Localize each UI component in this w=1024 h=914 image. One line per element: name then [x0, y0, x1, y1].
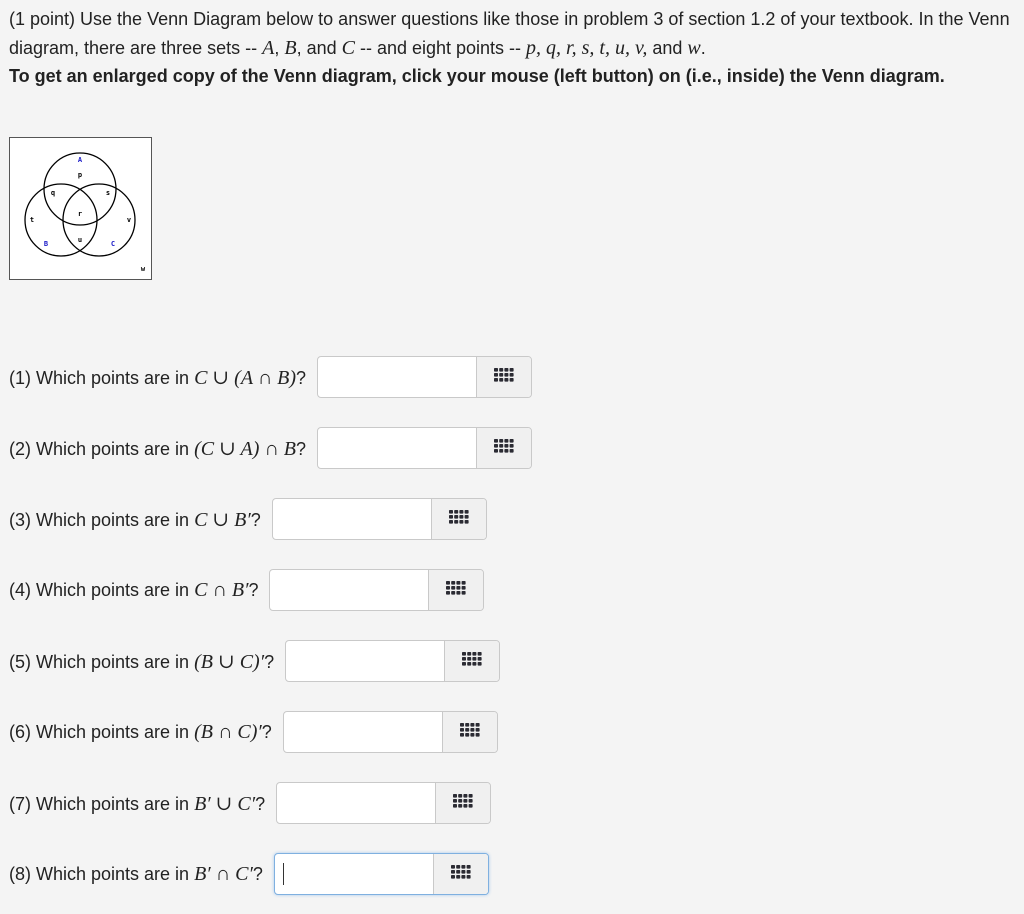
answer-entry-button[interactable]: [444, 641, 500, 681]
question-text: (4) Which points are in C ∩ B′?: [9, 579, 258, 602]
answer-input[interactable]: [277, 783, 436, 821]
answer-box: [317, 356, 533, 398]
intro-sep: ,: [274, 37, 285, 58]
question-label: (3) Which points are in: [9, 509, 195, 530]
answer-entry-button[interactable]: [476, 357, 532, 397]
question-mark: ?: [296, 367, 307, 388]
intro-text: .: [700, 37, 706, 58]
question-mark: ?: [252, 863, 263, 884]
answer-box: [317, 427, 533, 469]
answer-box: [273, 853, 489, 895]
set-b-symbol: B: [284, 36, 297, 59]
intro-text: -- and eight points --: [354, 37, 527, 58]
question-label: (2) Which points are in: [9, 438, 195, 459]
answer-box: [276, 782, 492, 824]
grid-icon: [461, 651, 483, 672]
point-label: v: [127, 216, 131, 224]
venn-diagram-thumbnail[interactable]: A B C p q s r t v u w: [9, 137, 152, 280]
answer-input[interactable]: [283, 712, 442, 750]
question-label: (1) Which points are in: [9, 367, 195, 388]
point-label: q: [51, 189, 55, 197]
question-row: (2) Which points are in (C ∪ A) ∩ B?: [9, 427, 533, 469]
question-label: (8) Which points are in: [9, 863, 195, 884]
set-expression: (B ∪ C)′: [194, 650, 265, 673]
point-label: s: [106, 189, 110, 197]
set-label-a: A: [78, 156, 83, 164]
venn-diagram: A B C p q s r t v u w: [24, 152, 146, 273]
question-label: (7) Which points are in: [9, 793, 195, 814]
set-a-symbol: A: [262, 36, 275, 59]
question-row: (3) Which points are in C ∪ B′?: [9, 498, 487, 540]
question-mark: ?: [250, 509, 261, 530]
enlarge-instruction: To get an enlarged copy of the Venn diag…: [9, 66, 945, 86]
question-label: (5) Which points are in: [9, 651, 195, 672]
answer-input[interactable]: [318, 357, 477, 395]
point-label: u: [78, 236, 82, 244]
question-label: (4) Which points are in: [9, 579, 195, 600]
question-text: (5) Which points are in (B ∪ C)′?: [9, 649, 274, 674]
answer-entry-button[interactable]: [435, 783, 491, 823]
answer-entry-button[interactable]: [428, 570, 484, 610]
answer-input[interactable]: [318, 428, 477, 466]
grid-icon: [459, 722, 481, 743]
answer-box: [282, 711, 498, 753]
answer-entry-button[interactable]: [430, 499, 486, 539]
answer-entry-button[interactable]: [432, 854, 488, 894]
intro-text: and: [647, 37, 688, 58]
set-expression: (B ∩ C)′: [194, 720, 262, 743]
question-mark: ?: [248, 579, 259, 600]
set-label-c: C: [111, 240, 115, 248]
question-mark: ?: [296, 438, 307, 459]
set-expression: B′ ∩ C′: [194, 862, 253, 885]
set-expression: C ∩ B′: [194, 578, 249, 601]
intro-sep: , and: [296, 37, 342, 58]
question-row: (7) Which points are in B′ ∪ C′?: [9, 782, 492, 824]
points-list: p, q, r, s, t, u, v,: [526, 36, 648, 59]
question-mark: ?: [261, 721, 272, 742]
question-text: (1) Which points are in C ∪ (A ∩ B)?: [9, 365, 306, 390]
answer-input[interactable]: [286, 641, 445, 679]
set-expression: C ∪ B′: [194, 508, 251, 531]
question-text: (3) Which points are in C ∪ B′?: [9, 507, 261, 532]
question-text: (6) Which points are in (B ∩ C)′?: [9, 721, 272, 744]
point-label: r: [78, 210, 82, 218]
answer-box: [285, 640, 501, 682]
grid-icon: [445, 580, 467, 601]
question-row: (4) Which points are in C ∩ B′?: [9, 569, 485, 611]
set-label-b: B: [44, 240, 48, 248]
text-cursor: [282, 863, 284, 885]
question-text: (2) Which points are in (C ∪ A) ∩ B?: [9, 436, 306, 461]
grid-icon: [493, 438, 515, 459]
question-text: (8) Which points are in B′ ∩ C′?: [9, 863, 263, 886]
grid-icon: [448, 509, 470, 530]
question-label: (6) Which points are in: [9, 721, 195, 742]
grid-icon: [450, 864, 472, 885]
point-label: p: [78, 171, 82, 179]
question-row: (8) Which points are in B′ ∩ C′?: [9, 853, 489, 895]
question-mark: ?: [255, 793, 266, 814]
set-expression: B′ ∪ C′: [194, 792, 256, 815]
question-row: (1) Which points are in C ∪ (A ∩ B)?: [9, 356, 533, 398]
grid-icon: [493, 367, 515, 388]
point-w-symbol: w: [687, 36, 701, 59]
question-mark: ?: [264, 651, 275, 672]
question-text: (7) Which points are in B′ ∪ C′?: [9, 791, 265, 816]
set-expression: C ∪ (A ∩ B): [194, 366, 297, 389]
point-label: w: [141, 265, 146, 273]
answer-entry-button[interactable]: [441, 712, 497, 752]
answer-box: [269, 569, 485, 611]
answer-input[interactable]: [270, 570, 429, 608]
answer-input[interactable]: [274, 854, 433, 892]
answer-entry-button[interactable]: [476, 428, 532, 468]
point-label: t: [30, 216, 34, 224]
grid-icon: [452, 793, 474, 814]
question-row: (6) Which points are in (B ∩ C)′?: [9, 711, 498, 753]
answer-input[interactable]: [272, 499, 431, 537]
question-row: (5) Which points are in (B ∪ C)′?: [9, 640, 501, 682]
problem-statement: (1 point) Use the Venn Diagram below to …: [9, 5, 1017, 91]
answer-box: [271, 498, 487, 540]
set-expression: (C ∪ A) ∩ B: [194, 437, 297, 460]
set-c-symbol: C: [341, 36, 355, 59]
